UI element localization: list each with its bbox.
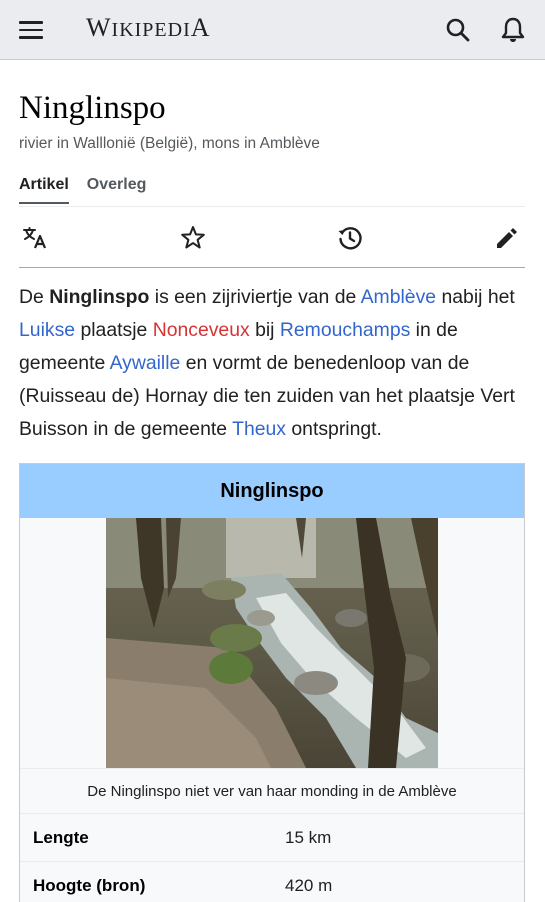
river-photo[interactable] bbox=[106, 518, 438, 768]
infobox-value: 420 m bbox=[285, 876, 333, 895]
infobox-caption: De Ninglinspo niet ver van haar monding … bbox=[20, 768, 524, 814]
link-aywaille[interactable]: Aywaille bbox=[110, 352, 181, 374]
text: nabij het bbox=[436, 286, 515, 308]
menu-icon[interactable] bbox=[16, 14, 48, 46]
text: is een zijriviertje van de bbox=[149, 286, 361, 308]
bold-term: Ninglinspo bbox=[49, 286, 150, 308]
text: ontspringt. bbox=[286, 418, 382, 440]
wikipedia-wordmark[interactable]: WIKIPEDIA bbox=[86, 13, 211, 43]
page-subtitle: rivier in Walllonië (België), mons in Am… bbox=[19, 135, 320, 152]
watch-star-icon[interactable] bbox=[179, 224, 207, 252]
link-theux[interactable]: Theux bbox=[232, 418, 286, 440]
redlink-nonceveux[interactable]: Nonceveux bbox=[153, 319, 250, 341]
top-header: WIKIPEDIA bbox=[0, 0, 545, 60]
infobox-label: Hoogte (bron) bbox=[33, 876, 146, 895]
page-actions bbox=[19, 216, 525, 258]
tabs-divider bbox=[19, 206, 525, 207]
link-ambleve[interactable]: Amblève bbox=[361, 286, 436, 308]
infobox-row-hoogte: Hoogte (bron) 420 m bbox=[20, 862, 524, 902]
namespace-tabs: Artikel Overleg bbox=[19, 176, 146, 204]
link-luikse[interactable]: Luikse bbox=[19, 319, 75, 341]
text: bij bbox=[249, 319, 280, 341]
lead-paragraph: De Ninglinspo is een zijriviertje van de… bbox=[19, 281, 529, 446]
history-icon[interactable] bbox=[336, 224, 364, 252]
edit-pencil-icon[interactable] bbox=[493, 224, 521, 252]
page-title: Ninglinspo bbox=[19, 90, 166, 126]
infobox-title: Ninglinspo bbox=[20, 464, 524, 518]
notifications-bell-icon[interactable] bbox=[497, 14, 529, 46]
infobox: Ninglinspo De Ninglinspo niet ver van ha… bbox=[19, 463, 525, 902]
infobox-label: Lengte bbox=[33, 828, 89, 847]
infobox-row-lengte: Lengte 15 km bbox=[20, 814, 524, 862]
tab-artikel[interactable]: Artikel bbox=[19, 176, 69, 204]
language-icon[interactable] bbox=[21, 224, 49, 252]
actions-divider bbox=[19, 267, 525, 268]
text: De bbox=[19, 286, 50, 308]
link-remouchamps[interactable]: Remouchamps bbox=[280, 319, 410, 341]
text: plaatsje bbox=[75, 319, 153, 341]
tab-overleg[interactable]: Overleg bbox=[87, 176, 147, 204]
search-icon[interactable] bbox=[442, 14, 474, 46]
infobox-value: 15 km bbox=[285, 828, 332, 847]
